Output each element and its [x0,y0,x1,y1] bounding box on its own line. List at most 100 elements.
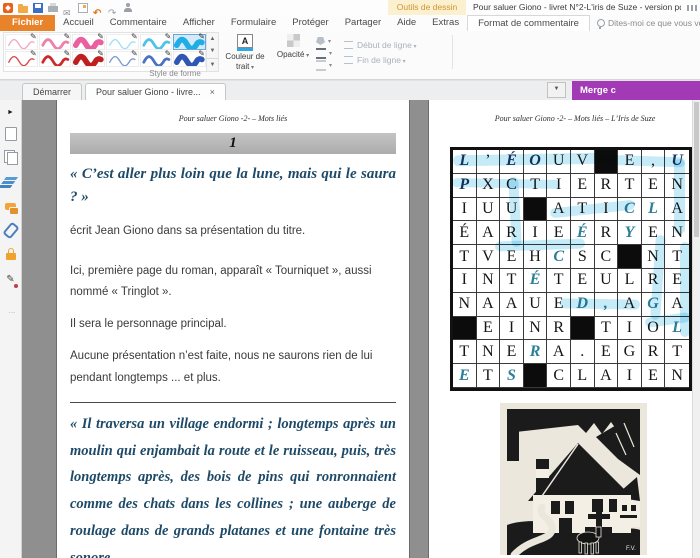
user-menu-icon[interactable] [123,2,133,13]
attachments-panel-icon[interactable] [1,221,20,239]
window-controls[interactable] [687,5,697,11]
merge-button[interactable]: Merge c [572,81,700,101]
sidebar-grip[interactable]: ⋮ [7,309,15,317]
gallery-scroll[interactable]: ▲ ▼ ▼ [206,32,219,72]
layers-panel-icon[interactable] [3,175,19,189]
grid-cell: L [570,364,595,388]
grid-cell: A [665,198,689,222]
pen-icon: ✎ [97,32,104,41]
tell-me-box[interactable]: Dites-moi ce que vous voulez f [596,15,700,31]
signature-panel-icon[interactable] [3,271,19,288]
style-swatch[interactable]: ✎ [139,49,173,67]
chevron-down-icon: ▾ [329,50,333,57]
grid-cell: T [665,340,689,365]
style-swatch[interactable]: ✎ [72,32,105,50]
divider [70,401,396,403]
security-panel-icon[interactable] [3,247,19,261]
style-swatch[interactable]: ✎ [173,49,206,67]
grid-cell: C [618,197,642,222]
page-header: Pour saluer Giono -2- – Mots liés [178,114,288,123]
application-window: Outils de dessin Pour saluer Giono - liv… [0,0,700,558]
tab-afficher[interactable]: Afficher [175,15,223,31]
line-weight-button[interactable]: ▾ [316,47,332,59]
undo-icon[interactable] [93,3,103,13]
grid-cell: U [594,268,619,293]
open-icon[interactable] [18,3,28,13]
doc-tab[interactable]: Pour saluer Giono - livre... × [85,83,226,101]
collapse-arrow-icon[interactable] [3,103,19,117]
merge-dropdown-button[interactable]: ▼ [547,82,566,98]
line-begin-icon [344,40,353,49]
grid-cell: P [453,173,477,198]
bookmarks-panel-icon[interactable] [3,151,19,165]
grid-cell: N [665,364,689,388]
grid-cell [618,245,642,269]
mail-icon[interactable] [63,3,73,13]
lightbulb-icon [596,19,605,29]
style-swatch[interactable]: ✎ [72,49,105,67]
tab-partager[interactable]: Partager [337,15,389,31]
comments-panel-icon[interactable] [3,199,19,215]
line-end-button[interactable]: Fin de ligne [344,52,417,67]
tab-prot-ger[interactable]: Protéger [284,15,336,31]
window-title: Pour saluer Giono - livret N°2-L'iris de… [473,2,681,12]
grid-cell: E [500,340,524,365]
document-canvas[interactable]: Pour saluer Giono -2- – Mots liés 1 « C’… [22,100,700,558]
quote-heading: « C’est aller plus loin que la lune, mai… [70,166,396,206]
close-icon[interactable]: × [210,88,215,97]
style-swatch[interactable]: ✎ [106,49,139,67]
pen-icon: ✎ [63,49,71,58]
pen-icon: ✎ [198,32,205,41]
grid-cell: A [665,293,689,317]
line-dash-button[interactable]: ▾ [316,59,332,71]
paragraph: Il sera le personnage principal. [70,318,227,331]
tab-commentaire[interactable]: Commentaire [102,15,175,31]
gallery-down-icon[interactable]: ▼ [207,45,218,57]
tab-accueil[interactable]: Accueil [55,15,102,31]
style-swatch[interactable]: ✎ [5,32,38,50]
style-swatch[interactable]: ✎ [38,32,72,50]
document-tab-bar: Démarrer Pour saluer Giono - livre... × ▼ … [0,80,700,101]
pen-icon: ✎ [130,32,138,41]
tab-aide[interactable]: Aide [389,15,424,31]
grid-cell: E [547,292,571,317]
tab-extras[interactable]: Extras [424,15,467,31]
chevron-down-icon: ▾ [328,38,332,45]
line-begin-label: Début de ligne [357,40,417,50]
grid-cell: A [618,292,642,317]
tab-format-de-commentaire[interactable]: Format de commentaire [467,15,590,31]
ribbon-tab-row: Fichier Accueil Commentaire Afficher Formula… [0,15,700,31]
style-swatch[interactable]: ✎ [173,32,206,50]
grid-cell: I [618,364,642,388]
style-swatch[interactable]: ✎ [106,32,139,50]
scrollbar-thumb[interactable] [694,102,699,237]
gallery-up-icon[interactable]: ▲ [207,33,218,45]
grid-cell: A [476,292,501,317]
app-logo[interactable] [3,2,13,13]
vertical-scrollbar[interactable] [692,100,700,558]
grid-cell: E [547,221,571,246]
grid-cell: C [500,173,524,198]
style-swatch[interactable]: ✎ [38,49,72,67]
save-icon[interactable] [33,2,43,13]
print-icon[interactable] [48,3,58,12]
line-begin-button[interactable]: Début de ligne [344,37,417,52]
grid-cell [523,364,548,388]
redo-icon[interactable] [108,3,118,13]
tab-fichier[interactable]: Fichier [0,15,56,31]
doc-tab[interactable]: Démarrer [22,83,83,101]
pages-panel-icon[interactable] [3,127,19,141]
paragraph: Ici, première page du roman, apparaît « … [70,264,372,299]
grid-cell: T [570,197,595,222]
grid-cell: T [665,245,689,269]
opacity-button[interactable]: Opacité [270,33,316,60]
grid-cell: E [453,364,477,388]
tab-formulaire[interactable]: Formulaire [223,15,284,31]
group-label: Style de forme [149,69,201,78]
style-swatch[interactable]: ✎ [139,32,173,50]
style-swatch[interactable]: ✎ [5,49,38,67]
grid-cell: , [641,150,666,174]
fill-style-button[interactable]: ▾ [316,35,332,47]
stroke-color-button[interactable]: A Couleur de trait [222,33,268,72]
snapshot-icon[interactable] [78,2,88,13]
